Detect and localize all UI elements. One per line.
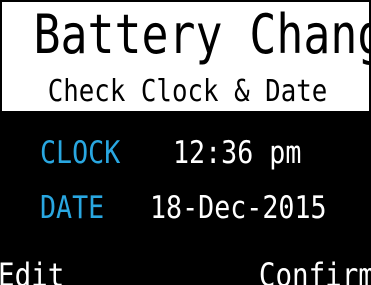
alert-subtitle: Check Clock & Date [47, 74, 328, 109]
alert-header: Battery Changed Check Clock & Date [0, 0, 371, 113]
device-screen: Battery Changed Check Clock & Date CLOCK… [0, 0, 371, 285]
clock-label: CLOCK [40, 135, 121, 171]
alert-title: Battery Changed [33, 3, 371, 66]
date-label: DATE [40, 190, 105, 226]
clock-row[interactable]: CLOCK 12:36 pm [0, 133, 371, 173]
confirm-softkey[interactable]: Confirm [259, 255, 371, 285]
clock-value[interactable]: 12:36 pm [173, 133, 301, 173]
edit-softkey[interactable]: Edit [0, 255, 64, 285]
date-value[interactable]: 18-Dec-2015 [150, 188, 327, 228]
date-row[interactable]: DATE 18-Dec-2015 [0, 188, 371, 228]
